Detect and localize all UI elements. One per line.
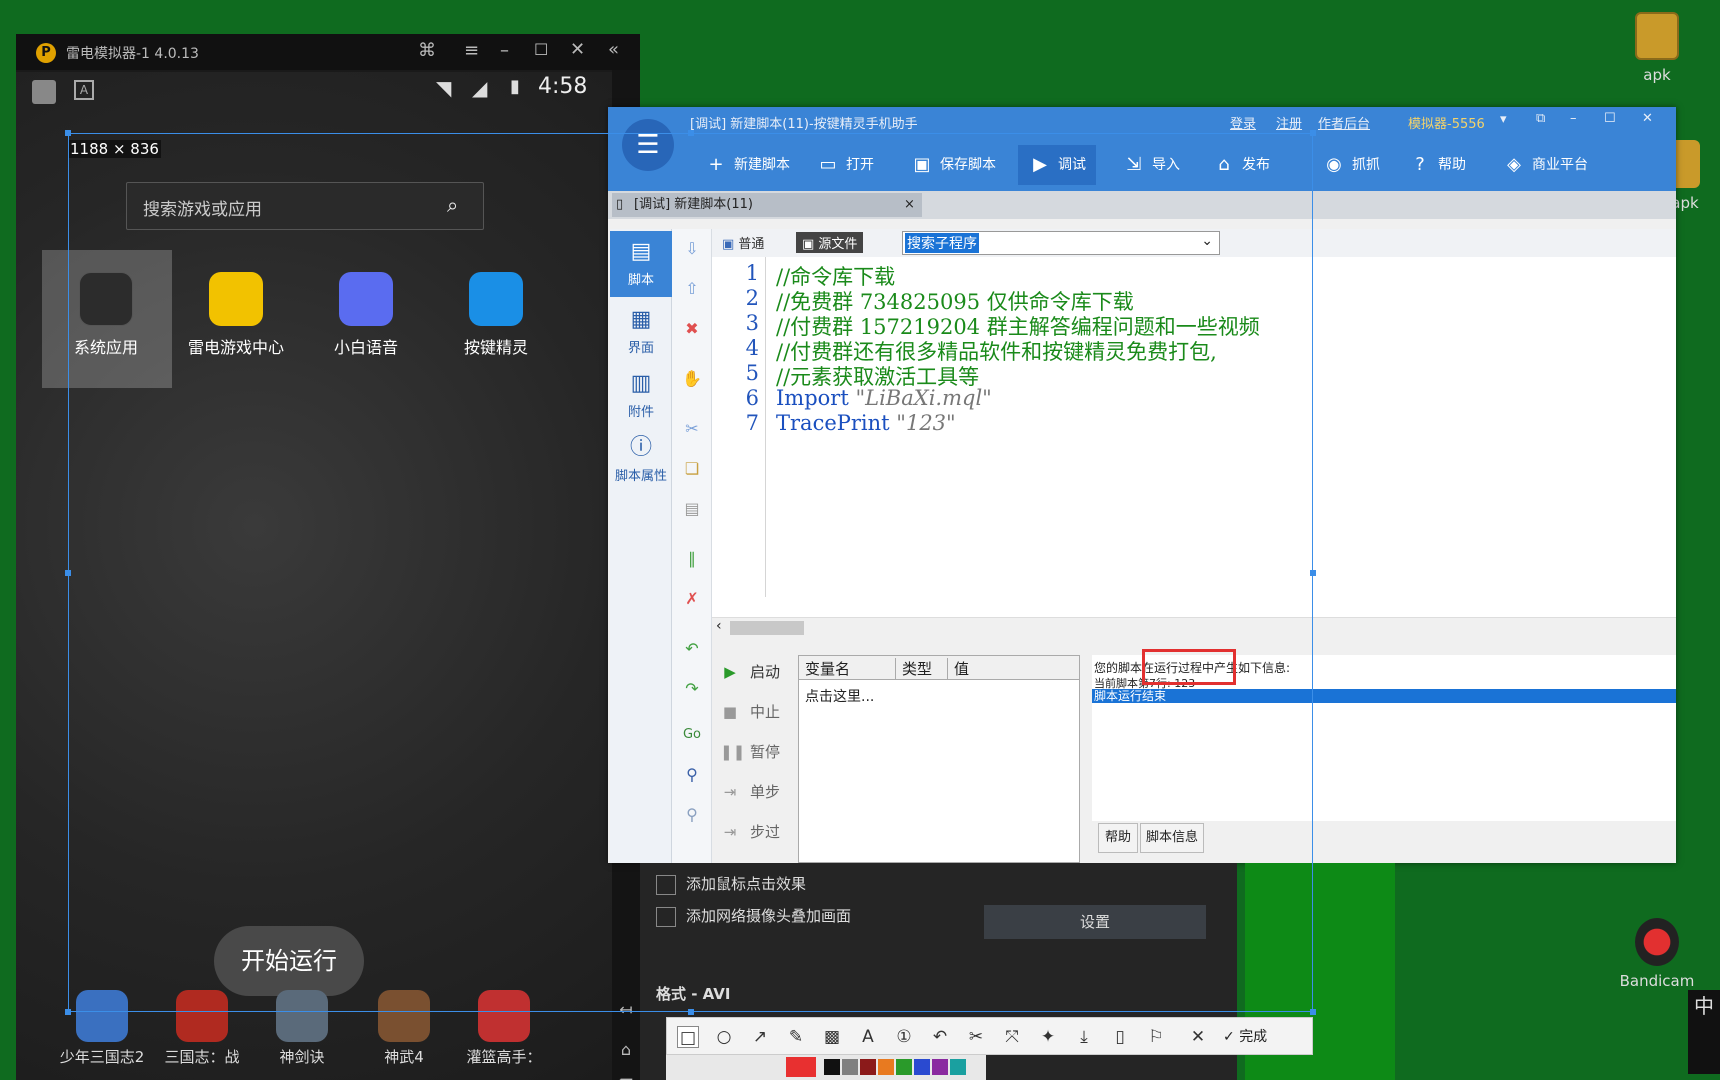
desktop-icon-bandicam[interactable]: Bandicam	[1612, 918, 1702, 990]
annotation-toolbar: □ ○ ↗ ✎ ▩ A ① ↶ ✂ ⤧ ✦ ⤓ ▯ ⚐ ✕ ✓ 完成	[666, 1017, 1313, 1055]
color-swatch[interactable]	[878, 1059, 894, 1075]
resize-handle[interactable]	[1310, 570, 1316, 576]
camera-icon: ◉	[1326, 154, 1342, 175]
resize-handle[interactable]	[65, 130, 71, 136]
close-icon[interactable]: ✕	[570, 39, 585, 60]
phone-icon[interactable]: ▯	[1109, 1026, 1131, 1048]
ellipse-tool-icon[interactable]: ○	[713, 1026, 735, 1048]
arrow-tool-icon[interactable]: ↗	[749, 1026, 771, 1048]
minimize-icon[interactable]: –	[1570, 111, 1577, 126]
help-icon: ?	[1415, 154, 1425, 175]
color-swatch[interactable]	[824, 1059, 840, 1075]
rectangle-tool-icon[interactable]: □	[677, 1026, 699, 1048]
signal-icon: ◢	[472, 76, 488, 100]
menu-icon[interactable]: ≡	[464, 40, 479, 61]
undo-icon[interactable]: ↶	[929, 1026, 951, 1048]
download-icon[interactable]: ⤓	[1073, 1026, 1095, 1048]
status-square-icon	[32, 80, 56, 104]
done-button[interactable]: ✓ 完成	[1223, 1026, 1267, 1046]
resize-handle[interactable]	[688, 1009, 694, 1015]
resize-handle[interactable]	[1310, 130, 1316, 136]
expand-icon[interactable]: ⤧	[1001, 1026, 1023, 1048]
pin-icon[interactable]: ✦	[1037, 1026, 1059, 1048]
bag-icon: ◈	[1507, 154, 1521, 175]
mosaic-tool-icon[interactable]: ▩	[821, 1026, 843, 1048]
color-swatch[interactable]	[842, 1059, 858, 1075]
resize-handle[interactable]	[688, 130, 694, 136]
color-swatch[interactable]	[860, 1059, 876, 1075]
bandicam-icon	[1635, 918, 1679, 966]
ide-titlebar: [调试] 新建脚本(11)-按键精灵手机助手 登录 注册 作者后台 模拟器-55…	[608, 107, 1676, 135]
chevron-down-icon[interactable]: ▾	[1500, 112, 1507, 127]
color-palette	[666, 1055, 986, 1080]
close-icon[interactable]: ✕	[1642, 111, 1653, 126]
ime-indicator[interactable]: 中	[1688, 990, 1720, 1074]
wifi-icon: ◥	[436, 76, 452, 100]
gamepad-icon[interactable]: ⌘	[418, 40, 436, 61]
status-time: 4:58	[538, 74, 588, 99]
minimize-icon[interactable]: –	[500, 40, 509, 61]
color-swatch[interactable]	[932, 1059, 948, 1075]
cut-icon[interactable]: ✂	[965, 1026, 987, 1048]
color-swatch[interactable]	[914, 1059, 930, 1075]
desktop-icon-apk[interactable]: apk	[1612, 12, 1702, 84]
emulator-logo-icon: P	[36, 43, 56, 63]
help-button[interactable]: ? 帮助	[1408, 151, 1466, 179]
ide-title: [调试] 新建脚本(11)-按键精灵手机助手	[690, 117, 918, 132]
keyboard-a-icon: A	[74, 80, 94, 100]
register-link[interactable]: 注册	[1276, 113, 1302, 132]
number-tool-icon[interactable]: ①	[893, 1026, 915, 1048]
restore-icon[interactable]: ⧉	[1536, 111, 1545, 126]
archive-icon	[1635, 12, 1679, 60]
maximize-icon[interactable]: ☐	[534, 40, 548, 59]
emulator-select[interactable]: 模拟器-5556	[1408, 113, 1485, 132]
recent-apps-icon[interactable]: ❐	[616, 1076, 636, 1080]
color-selected[interactable]	[786, 1057, 816, 1077]
text-tool-icon[interactable]: A	[857, 1026, 879, 1048]
resize-handle[interactable]	[1310, 1009, 1316, 1015]
color-swatch[interactable]	[950, 1059, 966, 1075]
collapse-icon[interactable]: «	[608, 39, 619, 60]
color-swatch[interactable]	[896, 1059, 912, 1075]
capture-button[interactable]: ◉ 抓抓	[1322, 151, 1380, 179]
author-link[interactable]: 作者后台	[1318, 113, 1370, 132]
business-button[interactable]: ◈ 商业平台	[1502, 151, 1588, 179]
check-icon: ✓	[1223, 1029, 1240, 1045]
cancel-icon[interactable]: ✕	[1187, 1026, 1209, 1048]
emulator-titlebar: P 雷电模拟器-1 4.0.13 ⌘ ≡ – ☐ ✕ «	[16, 34, 640, 70]
maximize-icon[interactable]: ☐	[1604, 111, 1616, 126]
resize-handle[interactable]	[65, 1009, 71, 1015]
home-icon[interactable]: ⌂	[616, 1040, 636, 1060]
login-link[interactable]: 登录	[1230, 113, 1256, 132]
pen-tool-icon[interactable]: ✎	[785, 1026, 807, 1048]
bookmark-icon[interactable]: ⚐	[1145, 1026, 1167, 1048]
battery-icon: ▮	[510, 76, 520, 97]
resize-handle[interactable]	[65, 570, 71, 576]
emulator-title: 雷电模拟器-1 4.0.13	[66, 46, 199, 62]
capture-selection[interactable]	[65, 130, 1316, 1015]
